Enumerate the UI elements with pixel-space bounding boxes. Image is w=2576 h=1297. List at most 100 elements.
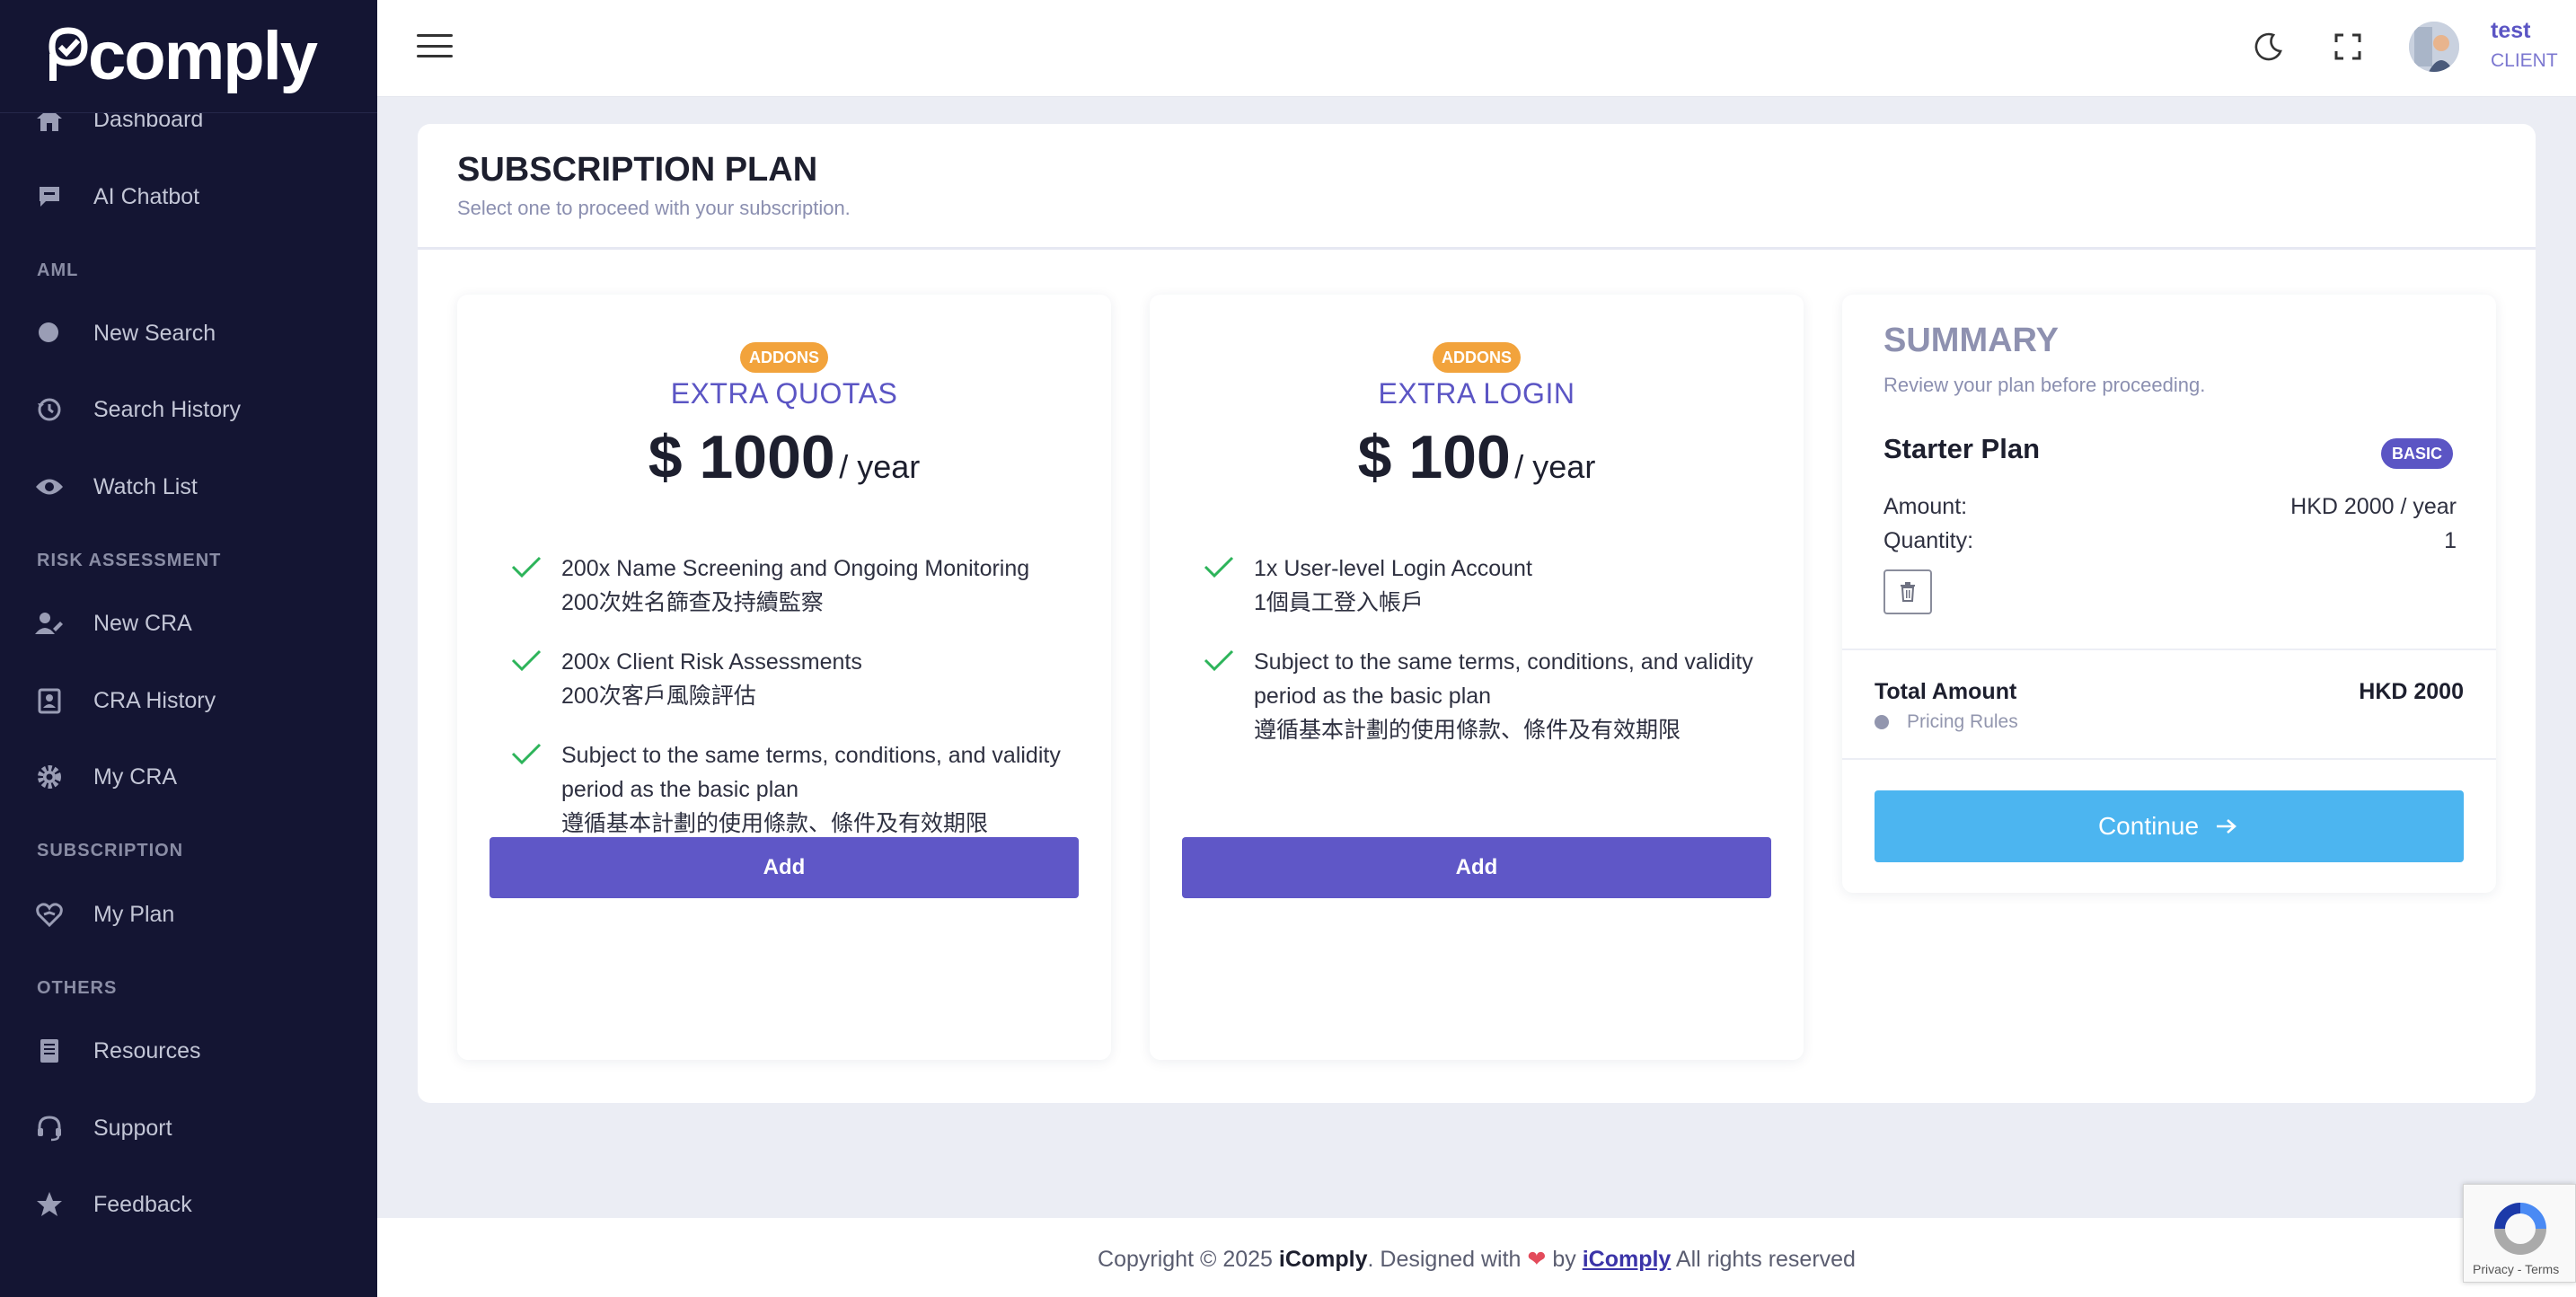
add-extra-quotas-button[interactable]: Add	[490, 837, 1079, 898]
page-title: SUBSCRIPTION PLAN	[457, 151, 818, 189]
brand-name: comply	[88, 18, 318, 94]
check-icon	[511, 645, 547, 713]
eye-icon	[34, 472, 65, 502]
delete-button[interactable]	[1883, 569, 1932, 614]
sidebar-item-new-search[interactable]: New Search	[0, 302, 377, 365]
sidebar-item-my-cra[interactable]: My CRA	[0, 746, 377, 808]
plan-card-extra-quotas: ADDONS EXTRA QUOTAS $ 1000 / year 200x N…	[457, 295, 1111, 1060]
user-name[interactable]: test	[2491, 18, 2530, 44]
plan-name: EXTRA LOGIN	[1378, 377, 1575, 410]
user-role: CLIENT	[2491, 50, 2558, 71]
summary-title: SUMMARY	[1883, 322, 2059, 359]
price-period: / year	[839, 448, 921, 485]
sidebar-item-search-history[interactable]: Search History	[0, 378, 377, 441]
sidebar-item-feedback[interactable]: Feedback	[0, 1173, 377, 1236]
divider	[1842, 758, 2496, 760]
check-icon	[1204, 645, 1239, 747]
sidebar-item-label: Watch List	[93, 473, 198, 499]
plan-name: EXTRA QUOTAS	[670, 377, 898, 410]
sidebar-item-label: Support	[93, 1115, 172, 1141]
addons-badge: ADDONS	[1433, 342, 1522, 373]
footer-brand: iComply	[1278, 1247, 1368, 1272]
sidebar-item-cra-history[interactable]: CRA History	[0, 669, 377, 732]
heart-hand-icon	[34, 899, 65, 930]
trash-icon	[1901, 582, 1915, 602]
avatar[interactable]	[2409, 22, 2459, 72]
brand-logo[interactable]: comply	[0, 0, 377, 113]
sidebar-item-ai-chatbot[interactable]: AI Chatbot	[0, 165, 377, 228]
plan-price: $ 100 / year	[1150, 422, 1804, 492]
rights-text: All rights reserved	[1675, 1247, 1856, 1272]
sidebar-item-resources[interactable]: Resources	[0, 1019, 377, 1082]
check-icon	[511, 551, 547, 620]
check-icon	[1204, 551, 1239, 620]
continue-button[interactable]: Continue	[1875, 790, 2464, 862]
sidebar-item-support[interactable]: Support	[0, 1097, 377, 1160]
plan-price: $ 1000 / year	[457, 422, 1111, 492]
total-amount-label: Total Amount	[1875, 679, 2017, 704]
feature-text-zh: 200次客戶風險評估	[561, 684, 756, 709]
user-edit-icon	[34, 608, 65, 639]
feature-text-zh: 遵循基本計劃的使用條款、條件及有效期限	[561, 811, 989, 836]
topbar: test CLIENT	[377, 0, 2576, 97]
feature-text-zh: 200次姓名篩查及持續監察	[561, 590, 824, 615]
feature-text: 200x Client Risk Assessments	[561, 649, 862, 675]
sidebar-item-label: My Plan	[93, 901, 175, 927]
recaptcha-badge[interactable]: Privacy - Terms	[2463, 1184, 2576, 1283]
price-period: / year	[1514, 448, 1596, 485]
feature-text-zh: 1個員工登入帳戶	[1254, 590, 1424, 615]
sidebar-item-label: CRA History	[93, 687, 216, 713]
chat-icon	[34, 181, 65, 212]
book-icon	[34, 1036, 65, 1066]
sidebar-item-watch-list[interactable]: Watch List	[0, 455, 377, 518]
page-subtitle: Select one to proceed with your subscrip…	[457, 197, 851, 219]
logo-mark-icon	[49, 26, 88, 81]
price-amount: $ 1000	[648, 423, 835, 491]
sidebar: Dashboard AI Chatbot AML New Search Sear…	[0, 0, 377, 1297]
fullscreen-icon[interactable]	[2328, 27, 2368, 66]
by-text: by	[1552, 1247, 1576, 1272]
sidebar-item-new-cra[interactable]: New CRA	[0, 592, 377, 655]
card-header: SUBSCRIPTION PLAN Select one to proceed …	[418, 124, 2536, 250]
feature-text-zh: 遵循基本計劃的使用條款、條件及有效期限	[1254, 718, 1681, 743]
contact-card-icon	[34, 685, 65, 716]
pricing-rules-label: Pricing Rules	[1907, 711, 2018, 732]
dark-mode-icon[interactable]	[2249, 27, 2289, 66]
add-extra-login-button[interactable]: Add	[1182, 837, 1771, 898]
menu-toggle-icon[interactable]	[417, 31, 453, 61]
feature-text: Subject to the same terms, conditions, a…	[1254, 649, 1753, 675]
sidebar-item-label: My CRA	[93, 763, 178, 790]
gear-icon	[34, 762, 65, 792]
sidebar-item-label: New CRA	[93, 610, 192, 636]
section-label-others: OTHERS	[37, 978, 118, 998]
feature-text: 1x User-level Login Account	[1254, 556, 1532, 581]
price-amount: $ 100	[1357, 423, 1511, 491]
section-label-risk-assessment: RISK ASSESSMENT	[37, 551, 222, 570]
star-icon	[34, 1189, 65, 1220]
copyright-text: Copyright © 2025	[1098, 1247, 1273, 1272]
plan-card-extra-login: ADDONS EXTRA LOGIN $ 100 / year 1x User-…	[1150, 295, 1804, 1060]
sidebar-item-label: Search History	[93, 396, 241, 422]
feature-item: 1x User-level Login Account 1個員工登入帳戶	[1204, 551, 1760, 620]
recaptcha-text[interactable]: Privacy - Terms	[2473, 1262, 2559, 1276]
heart-icon: ❤	[1527, 1247, 1547, 1272]
sidebar-item-label: AI Chatbot	[93, 183, 200, 209]
section-label-subscription: SUBSCRIPTION	[37, 841, 184, 860]
pricing-rules-link[interactable]: Pricing Rules	[1875, 711, 2018, 733]
sidebar-item-label: New Search	[93, 320, 216, 346]
history-icon	[34, 394, 65, 425]
sidebar-item-label: Resources	[93, 1037, 201, 1063]
feature-text: 200x Name Screening and Ongoing Monitori…	[561, 556, 1030, 581]
feature-text: Subject to the same terms, conditions, a…	[561, 743, 1061, 768]
quantity-label: Quantity:	[1883, 528, 1974, 553]
feature-text: period as the basic plan	[1254, 684, 1492, 709]
feature-text: period as the basic plan	[561, 777, 799, 802]
arrow-right-icon	[2217, 819, 2237, 834]
feature-item: Subject to the same terms, conditions, a…	[511, 738, 1068, 841]
footer-brand-link[interactable]: iComply	[1583, 1247, 1672, 1272]
subscription-card: SUBSCRIPTION PLAN Select one to proceed …	[418, 124, 2536, 1103]
sidebar-item-my-plan[interactable]: My Plan	[0, 883, 377, 946]
sidebar-item-label: Feedback	[93, 1191, 192, 1217]
feature-item: Subject to the same terms, conditions, a…	[1204, 645, 1760, 747]
amount-label: Amount:	[1883, 494, 1968, 519]
